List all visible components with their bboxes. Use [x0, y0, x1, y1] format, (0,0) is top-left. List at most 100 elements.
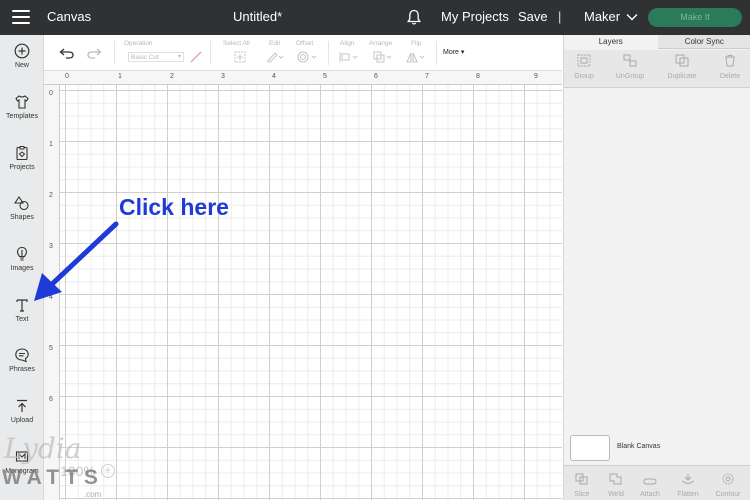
- sidebar-item-label: Upload: [10, 417, 34, 424]
- weld-button[interactable]: Weld: [598, 472, 634, 498]
- chevron-down-icon: [626, 13, 638, 20]
- edit-icon[interactable]: [266, 51, 284, 63]
- select-all-icon[interactable]: [234, 51, 246, 63]
- toolbar-divider: [328, 41, 329, 65]
- ruler-tick-label: 8: [476, 73, 480, 80]
- offset-label: Offset: [296, 40, 314, 47]
- arrange-label: Arrange: [369, 40, 393, 47]
- project-icon: [16, 146, 28, 161]
- upload-icon: [17, 399, 27, 412]
- save-button[interactable]: Save: [518, 9, 548, 24]
- watermark-logo: Lydia WATTS .com: [0, 430, 110, 500]
- more-menu[interactable]: More ▾: [443, 48, 464, 56]
- sidebar-item-label: Text: [15, 316, 29, 323]
- delete-label: Delete: [719, 73, 741, 80]
- operation-select[interactable]: Basic Cut: [128, 52, 184, 62]
- ruler-tick-label: 0: [49, 90, 53, 97]
- operation-label: Operation: [124, 40, 153, 47]
- ruler-tick-label: 0: [65, 73, 69, 80]
- toolbar-divider: [114, 41, 115, 65]
- paperclip-icon: [643, 478, 657, 485]
- attach-button[interactable]: Attach: [632, 472, 668, 498]
- shapes-icon: [14, 196, 29, 211]
- topbar-separator: |: [558, 9, 562, 24]
- contour-icon: [722, 473, 734, 485]
- contour-button[interactable]: Contour: [710, 472, 746, 498]
- ruler-tick-label: 3: [221, 73, 225, 80]
- contour-label: Contour: [715, 491, 741, 498]
- bottom-tools: Slice Weld Attach Flatten Contour: [564, 465, 750, 500]
- tab-layers[interactable]: Layers: [564, 35, 658, 49]
- menu-icon[interactable]: [12, 10, 30, 24]
- speech-bubble-icon: [15, 348, 29, 363]
- ruler-tick-label: 1: [118, 73, 122, 80]
- offset-icon[interactable]: [297, 51, 319, 63]
- ruler-tick-label: 9: [534, 73, 538, 80]
- machine-select[interactable]: Maker: [584, 9, 638, 24]
- group-label: Group: [574, 73, 594, 80]
- ruler-tick-label: 6: [49, 396, 53, 403]
- top-bar: Canvas Untitled* My Projects Save | Make…: [0, 0, 750, 35]
- ruler-tick-label: 6: [374, 73, 378, 80]
- attach-label: Attach: [640, 491, 660, 498]
- pen-color-icon[interactable]: [190, 51, 202, 63]
- make-it-button[interactable]: Make It: [648, 8, 742, 27]
- undo-icon[interactable]: [59, 47, 75, 59]
- align-label: Align: [340, 40, 355, 47]
- sidebar-item-templates[interactable]: Templates: [0, 94, 44, 138]
- ungroup-button[interactable]: UnGroup: [610, 54, 650, 80]
- ruler-tick-label: 2: [170, 73, 174, 80]
- shirt-icon: [15, 95, 29, 109]
- app-title: Canvas: [47, 9, 92, 24]
- ungroup-label: UnGroup: [615, 73, 645, 80]
- sidebar-item-new[interactable]: New: [0, 43, 44, 87]
- align-icon[interactable]: [339, 51, 361, 63]
- sidebar-item-label: New: [14, 62, 29, 69]
- flatten-icon: [681, 474, 695, 485]
- machine-label: Maker: [584, 9, 621, 24]
- weld-icon: [609, 473, 622, 485]
- flip-icon[interactable]: [406, 51, 428, 63]
- duplicate-button[interactable]: Duplicate: [662, 54, 702, 80]
- ruler-tick-label: 5: [323, 73, 327, 80]
- slice-icon: [575, 473, 588, 485]
- document-title[interactable]: Untitled*: [233, 9, 282, 24]
- callout-arrow-icon: [34, 221, 119, 301]
- toolbar-divider: [210, 41, 211, 65]
- edit-label: Edit: [269, 40, 281, 47]
- tab-color-sync[interactable]: Color Sync: [657, 35, 750, 49]
- select-all-label: Select All: [223, 40, 250, 47]
- slice-button[interactable]: Slice: [564, 472, 600, 498]
- sidebar-item-phrases[interactable]: Phrases: [0, 347, 44, 391]
- group-button[interactable]: Group: [564, 54, 604, 80]
- flatten-label: Flatten: [677, 491, 699, 498]
- more-label: More: [443, 49, 459, 56]
- bell-icon[interactable]: [406, 9, 422, 26]
- blank-canvas-swatch[interactable]: [570, 435, 610, 461]
- sidebar-item-label: Projects: [9, 164, 35, 171]
- edit-toolbar: Operation Basic Cut Select All Edit Offs…: [44, 35, 562, 71]
- sidebar-item-projects[interactable]: Projects: [0, 145, 44, 189]
- design-canvas[interactable]: [60, 85, 562, 500]
- sidebar-item-label: Phrases: [9, 366, 35, 373]
- ruler-tick-label: 4: [272, 73, 276, 80]
- blank-canvas-label: Blank Canvas: [617, 443, 661, 450]
- flatten-button[interactable]: Flatten: [670, 472, 706, 498]
- delete-button[interactable]: Delete: [710, 54, 750, 80]
- arrange-icon[interactable]: [373, 51, 395, 63]
- ruler-tick-label: 1: [49, 141, 53, 148]
- right-panel: Layers Color Sync Group UnGroup Duplicat…: [563, 35, 750, 500]
- layer-tools: Group UnGroup Duplicate Delete: [564, 50, 750, 88]
- callout-text: Click here: [119, 194, 229, 220]
- duplicate-label: Duplicate: [667, 73, 697, 80]
- ruler-tick-label: 2: [49, 192, 53, 199]
- watermark-domain: .com: [84, 490, 102, 499]
- ungroup-icon: [623, 54, 637, 67]
- redo-icon[interactable]: [86, 47, 102, 59]
- flip-label: Flip: [411, 40, 422, 47]
- weld-label: Weld: [608, 491, 624, 498]
- my-projects-link[interactable]: My Projects: [441, 9, 509, 24]
- slice-label: Slice: [574, 491, 590, 498]
- watermark-caps: WATTS: [2, 466, 104, 489]
- ruler-tick-label: 5: [49, 345, 53, 352]
